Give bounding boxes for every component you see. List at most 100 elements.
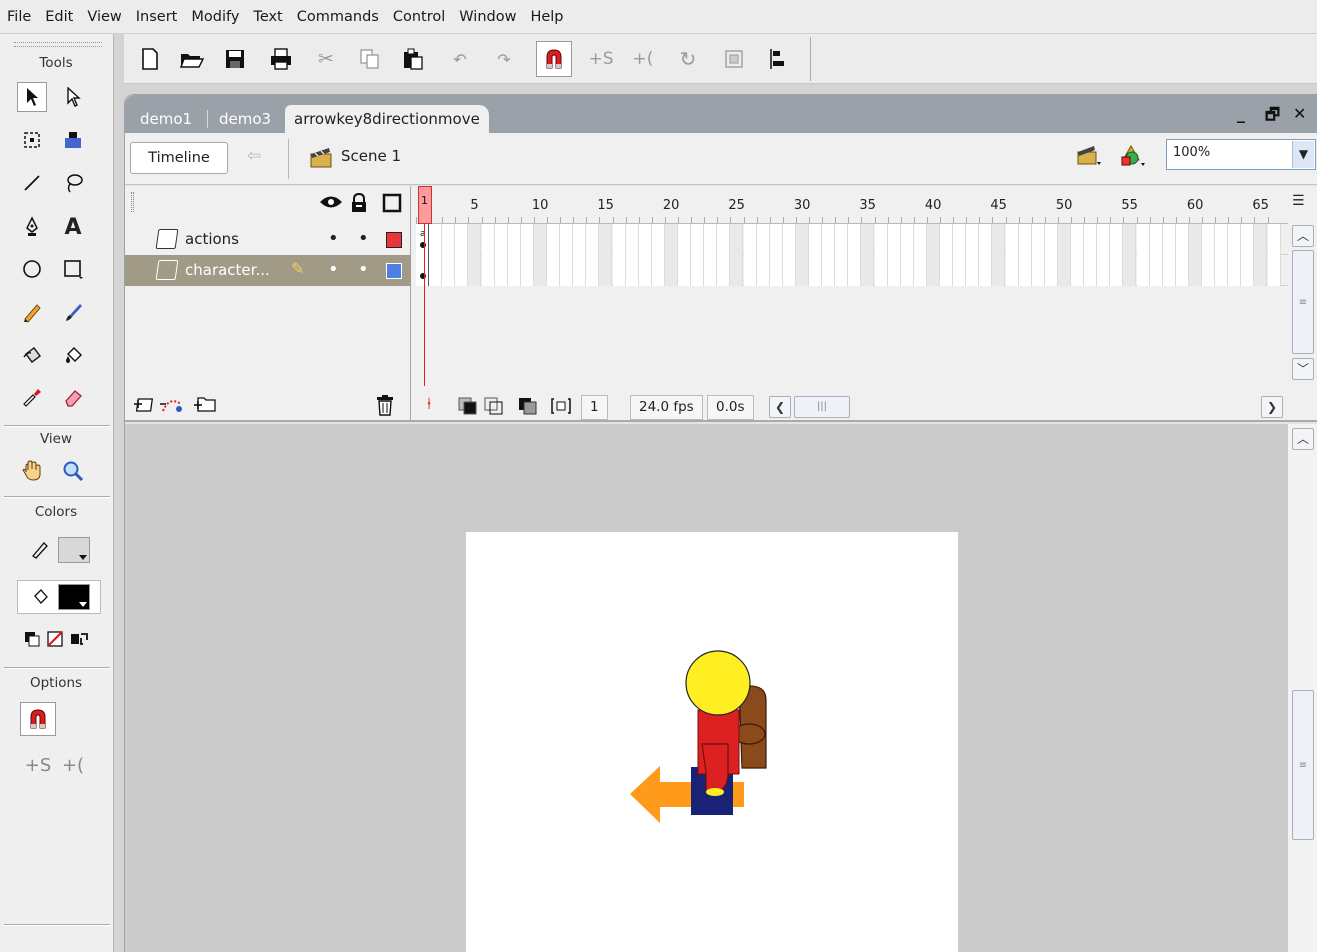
smooth-toolbar-icon[interactable]: +S [587, 45, 615, 73]
frame-cell[interactable] [887, 255, 901, 286]
frame-cell[interactable] [1084, 224, 1098, 255]
new-file-icon[interactable] [136, 45, 164, 73]
frame-cell[interactable] [900, 224, 914, 255]
frame-cell[interactable] [704, 224, 718, 255]
frame-cell[interactable] [533, 224, 547, 255]
frame-cell[interactable] [560, 224, 574, 255]
frame-cell[interactable] [1215, 255, 1229, 286]
frame-cell[interactable] [1110, 255, 1124, 286]
frame-cell[interactable] [743, 255, 757, 286]
selection-tool-icon[interactable] [17, 82, 47, 112]
frame-cell[interactable] [1044, 255, 1058, 286]
frame-cell[interactable] [1228, 255, 1242, 286]
straighten-icon[interactable]: +( [58, 750, 88, 780]
frame-cell[interactable] [1136, 224, 1150, 255]
frame-cell[interactable] [1175, 224, 1189, 255]
stage-vertical-scrollbar[interactable]: ︿ ≡ [1288, 424, 1317, 952]
frame-cell[interactable] [966, 255, 980, 286]
text-tool-icon[interactable]: A [58, 212, 88, 242]
frame-cell[interactable] [1110, 224, 1124, 255]
center-frame-icon[interactable]: ⍿ [427, 394, 431, 414]
scroll-left-button[interactable]: ❮ [769, 396, 791, 418]
frame-cell[interactable] [651, 224, 665, 255]
free-transform-tool-icon[interactable] [17, 125, 47, 155]
oval-tool-icon[interactable] [17, 254, 47, 284]
lasso-tool-icon[interactable] [58, 168, 88, 198]
frame-cell[interactable] [507, 255, 521, 286]
cut-icon[interactable]: ✂ [312, 45, 340, 73]
panel-grip[interactable] [14, 42, 102, 47]
frame-cell[interactable] [795, 255, 809, 286]
frame-cell[interactable] [1254, 224, 1268, 255]
onion-skin-outlines-icon[interactable] [484, 397, 504, 419]
menu-modify[interactable]: Modify [184, 0, 246, 34]
menu-text[interactable]: Text [246, 0, 289, 34]
chevron-down-icon[interactable]: ▼ [1292, 141, 1314, 168]
edit-multiple-frames-icon[interactable] [518, 397, 538, 419]
frame-cell[interactable] [1254, 255, 1268, 286]
insert-layer-folder-icon[interactable] [193, 393, 217, 417]
frame-cell[interactable] [1044, 224, 1058, 255]
frame-cell[interactable] [1084, 255, 1098, 286]
frame-cell[interactable] [691, 224, 705, 255]
swap-colors-icon[interactable] [64, 624, 94, 654]
frame-cell[interactable] [966, 224, 980, 255]
frame-cell[interactable] [979, 224, 993, 255]
frame-cell[interactable] [625, 255, 639, 286]
frame-cell[interactable] [1215, 224, 1229, 255]
line-tool-icon[interactable] [17, 168, 47, 198]
frame-cell[interactable] [730, 224, 744, 255]
frame-cell[interactable] [573, 255, 587, 286]
frame-cell[interactable] [664, 224, 678, 255]
frame-cell[interactable] [664, 255, 678, 286]
outline-layers-icon[interactable] [382, 193, 402, 218]
frame-cell[interactable] [547, 255, 560, 286]
frame-cell[interactable] [1267, 224, 1281, 255]
frame-cell[interactable] [795, 224, 809, 255]
frame-grid[interactable]: a [416, 224, 1288, 286]
pencil-tool-icon[interactable] [17, 297, 47, 327]
visibility-dot[interactable]: • [328, 228, 339, 249]
scale-icon[interactable] [720, 45, 748, 73]
frame-cell[interactable] [835, 255, 849, 286]
frame-cell[interactable] [455, 224, 469, 255]
frame-cell[interactable] [730, 255, 744, 286]
frame-cell[interactable] [520, 255, 534, 286]
timeline-options-menu-icon[interactable]: ☰ [1292, 193, 1305, 209]
frame-cell[interactable] [874, 224, 888, 255]
layer-row-character[interactable]: character... ✎ • • [125, 255, 411, 286]
ink-bottle-tool-icon[interactable] [17, 340, 47, 370]
frame-cell[interactable] [678, 224, 691, 255]
frame-cell[interactable] [769, 224, 783, 255]
frame-cell[interactable] [1241, 224, 1255, 255]
frame-cell[interactable] [638, 224, 652, 255]
frame-cell[interactable] [494, 255, 508, 286]
open-file-icon[interactable] [178, 45, 206, 73]
insert-layer-icon[interactable] [133, 394, 155, 418]
frame-cell[interactable] [756, 224, 770, 255]
frame-cell[interactable] [599, 224, 613, 255]
frame-cell[interactable] [900, 255, 914, 286]
frame-cell[interactable] [533, 255, 547, 286]
timeline-ruler[interactable]: 15101520253035404550556065 [416, 186, 1288, 224]
vertical-scroll-thumb[interactable]: ≡ [1292, 690, 1314, 840]
copy-icon[interactable] [356, 45, 384, 73]
menu-control[interactable]: Control [386, 0, 452, 34]
frame-cell[interactable] [926, 255, 940, 286]
scroll-up-button[interactable]: ︿ [1292, 225, 1314, 247]
vertical-scroll-thumb[interactable]: ≡ [1292, 250, 1314, 354]
frame-cell[interactable] [1018, 255, 1032, 286]
delete-layer-trash-icon[interactable] [375, 394, 395, 420]
frame-cell[interactable] [1162, 224, 1176, 255]
frame-cell[interactable] [1162, 255, 1176, 286]
lock-dot[interactable]: • [358, 259, 369, 280]
frame-cell[interactable] [848, 255, 862, 286]
character-artwork[interactable] [466, 532, 958, 952]
frame-cell[interactable] [979, 255, 993, 286]
frame-cell[interactable] [1005, 255, 1019, 286]
frame-cell[interactable] [625, 224, 639, 255]
menu-window[interactable]: Window [452, 0, 523, 34]
frame-cell[interactable] [455, 255, 469, 286]
fill-transform-tool-icon[interactable] [58, 125, 88, 155]
onion-skin-icon[interactable] [458, 397, 478, 419]
